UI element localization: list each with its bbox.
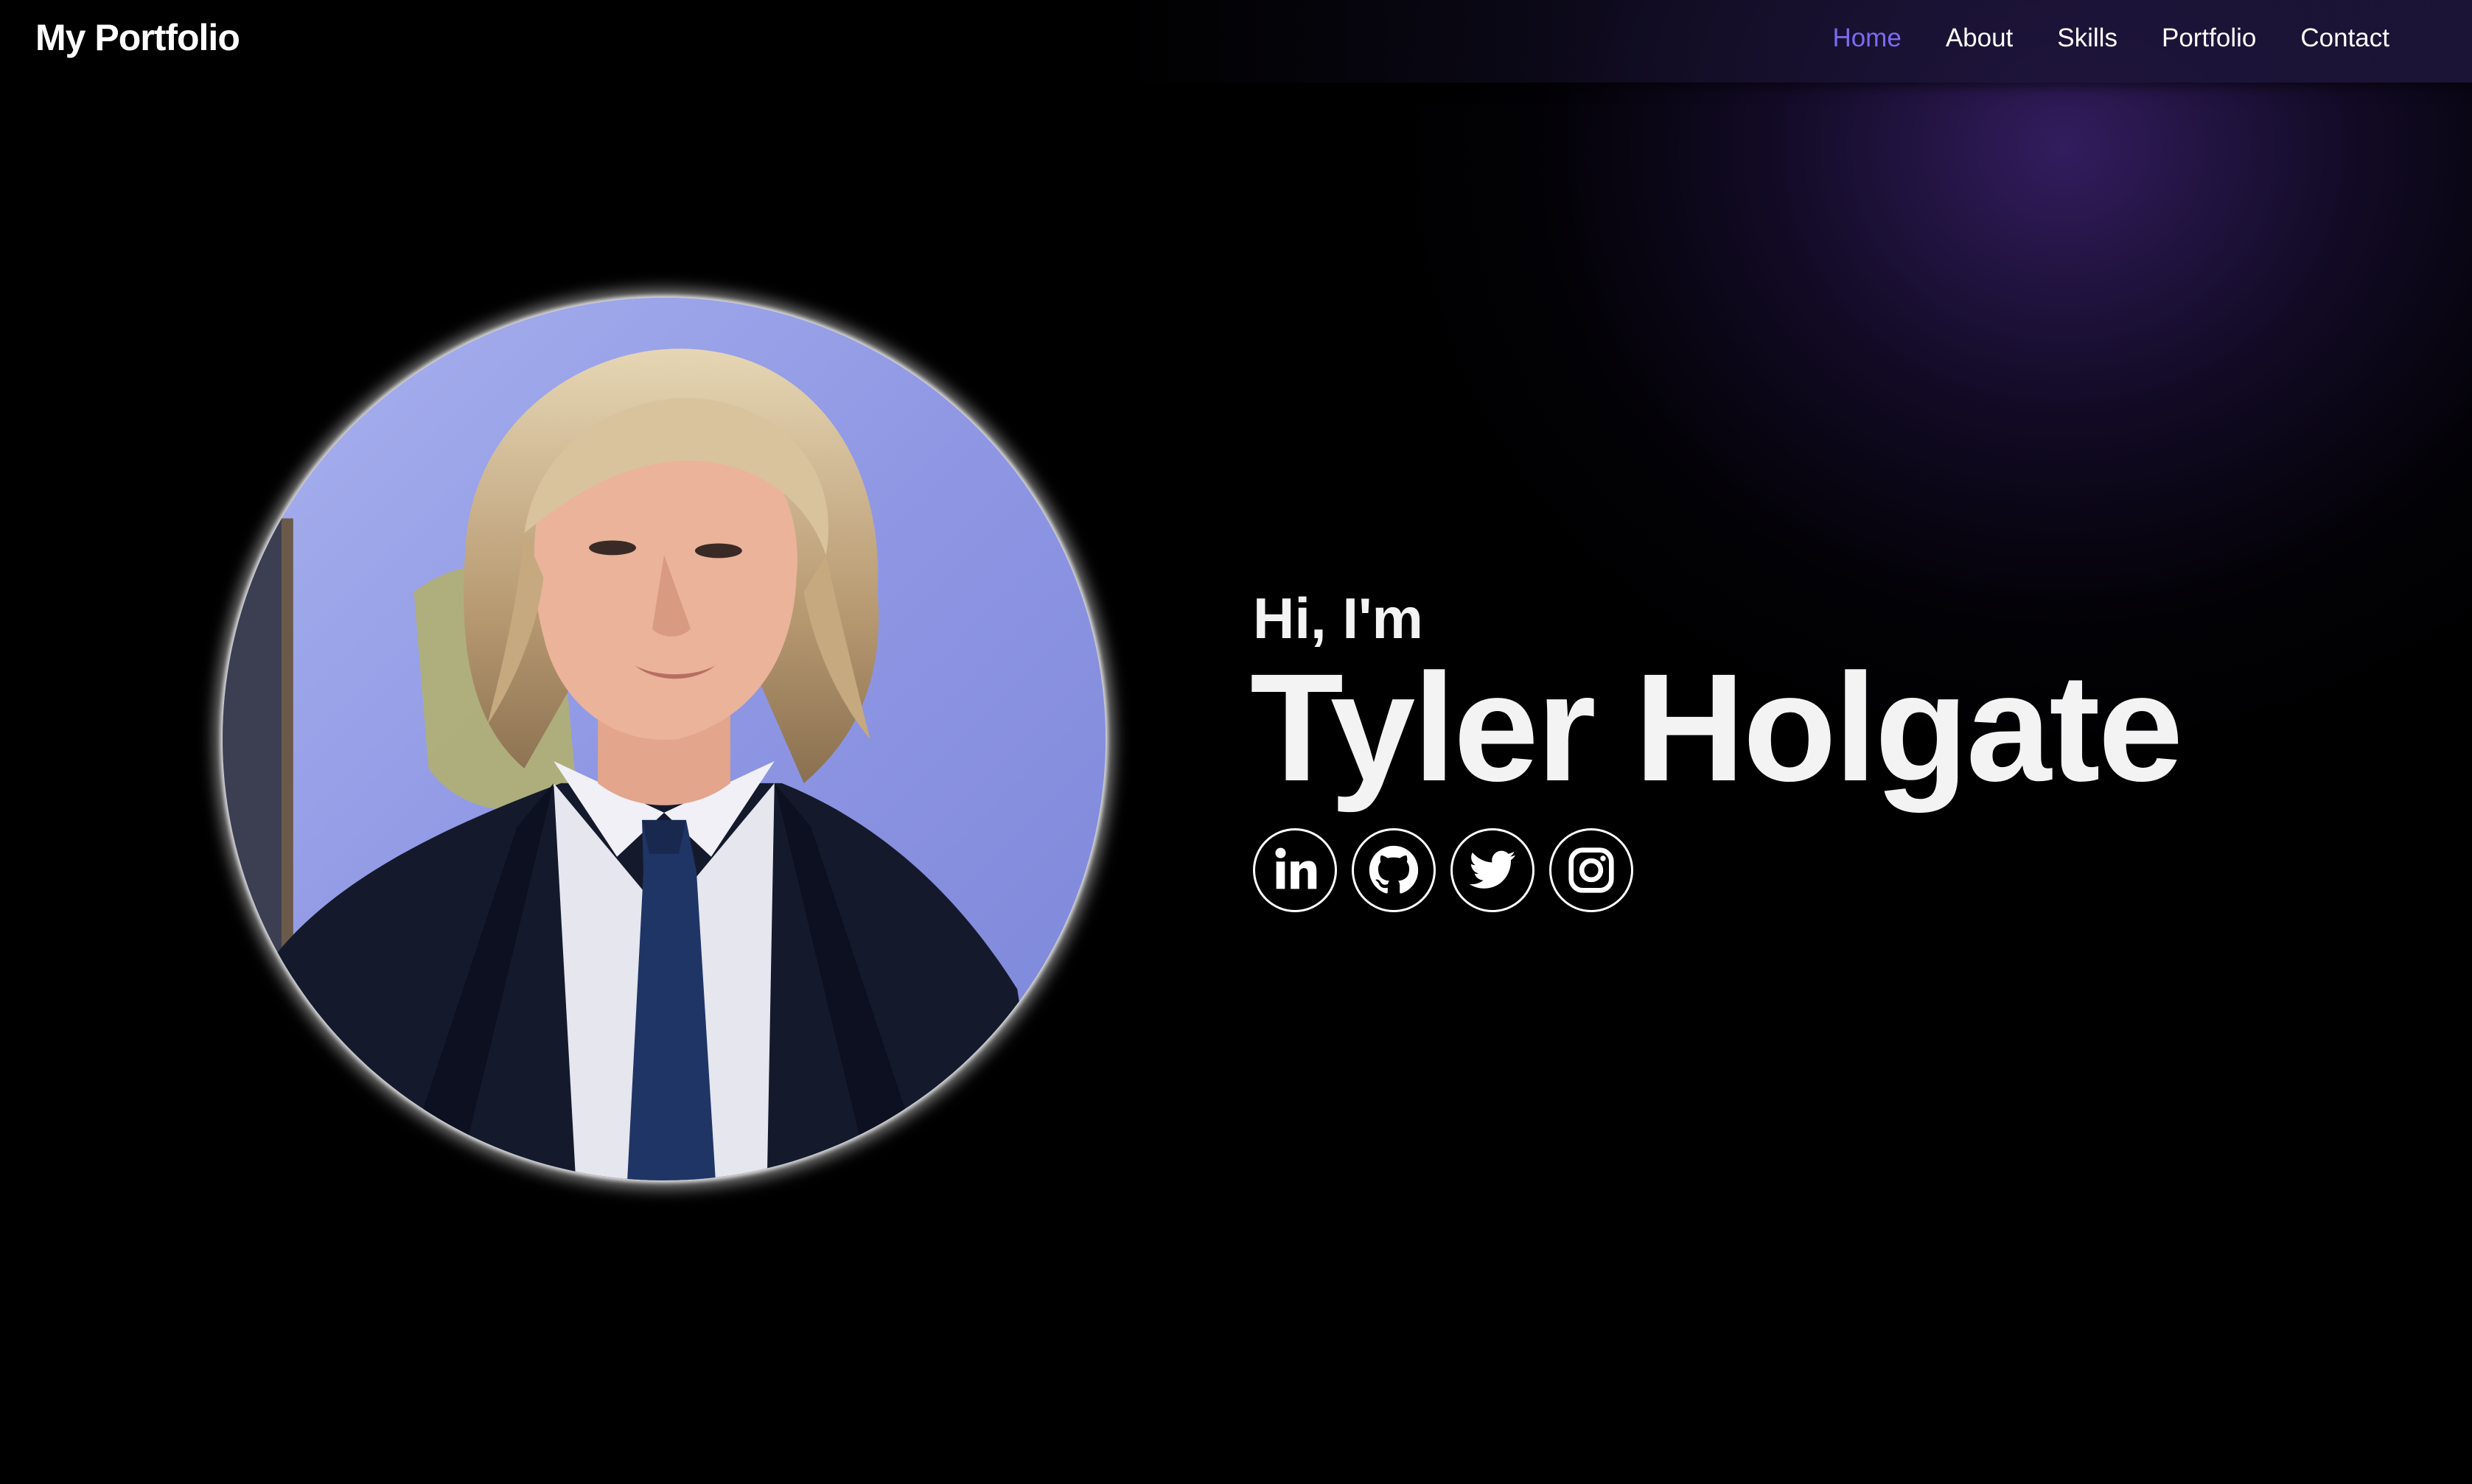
nav-item-home[interactable]: Home [1832, 24, 1901, 52]
nav-item-about[interactable]: About [1946, 24, 2013, 52]
twitter-link[interactable] [1450, 828, 1534, 912]
github-icon [1369, 845, 1419, 894]
profile-photo-illustration [223, 298, 1106, 1180]
github-link[interactable] [1352, 828, 1436, 912]
hero-text: Hi, I'm Tyler Holgate [1250, 586, 2183, 813]
brand-logo[interactable]: My Portfolio [35, 16, 240, 59]
instagram-icon [1568, 847, 1614, 893]
profile-photo [223, 298, 1106, 1180]
linkedin-link[interactable] [1253, 828, 1337, 912]
instagram-link[interactable] [1549, 828, 1633, 912]
hero-name: Tyler Holgate [1250, 643, 2183, 813]
twitter-icon [1469, 850, 1516, 889]
greeting-text: Hi, I'm [1253, 586, 1423, 651]
nav-item-skills[interactable]: Skills [2057, 24, 2117, 52]
nav-item-portfolio[interactable]: Portfolio [2162, 24, 2256, 52]
social-links [1253, 828, 1633, 912]
nav-item-contact[interactable]: Contact [2300, 24, 2389, 52]
navbar: My Portfolio Home About Skills Portfolio… [0, 0, 2472, 83]
nav-links: Home About Skills Portfolio Contact [1832, 24, 2389, 53]
linkedin-icon [1275, 847, 1317, 889]
page: My Portfolio Home About Skills Portfolio… [0, 0, 2472, 1484]
